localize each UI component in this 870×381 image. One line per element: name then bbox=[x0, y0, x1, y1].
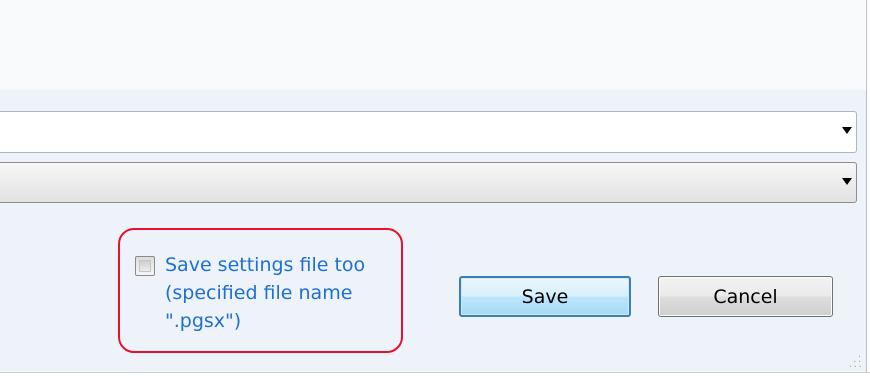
save-settings-label-line-3: ".pgsx") bbox=[165, 310, 242, 332]
content-pane bbox=[0, 0, 866, 90]
dropdown-arrow-icon[interactable] bbox=[842, 177, 852, 185]
file-type-combobox[interactable] bbox=[0, 162, 857, 203]
cancel-button-label: Cancel bbox=[713, 285, 778, 308]
save-settings-label[interactable]: Save settings file too (specified file n… bbox=[165, 251, 395, 335]
save-dialog: Save settings file too (specified file n… bbox=[0, 0, 866, 372]
save-settings-label-line-2: (specified file name bbox=[165, 282, 353, 304]
save-button-label: Save bbox=[521, 285, 569, 308]
filename-combobox[interactable] bbox=[0, 111, 857, 153]
dropdown-arrow-icon[interactable] bbox=[842, 127, 852, 134]
save-settings-checkbox[interactable] bbox=[135, 256, 155, 276]
window-edge bbox=[866, 0, 867, 372]
save-button[interactable]: Save bbox=[459, 276, 631, 317]
resize-grip-icon[interactable]: ...... bbox=[848, 351, 862, 369]
save-settings-label-line-1: Save settings file too bbox=[165, 254, 366, 276]
cancel-button[interactable]: Cancel bbox=[658, 276, 833, 317]
